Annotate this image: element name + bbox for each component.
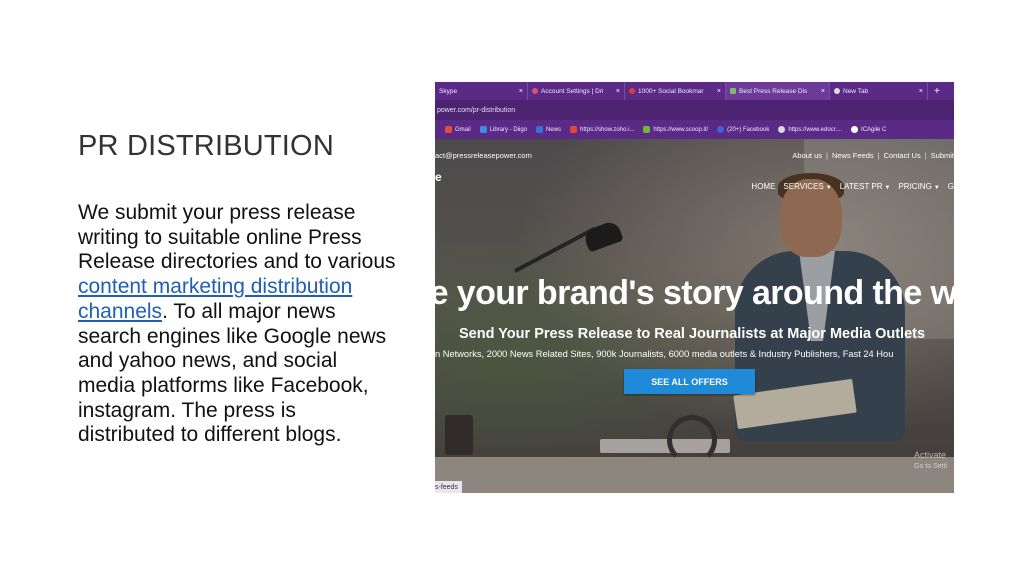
bookmark-zoho[interactable]: https://show.zoho.i... [570, 126, 634, 133]
address-url: power.com/pr-distribution [437, 106, 516, 114]
watermark-line: Go to Setti [914, 463, 948, 470]
news-icon [536, 126, 544, 133]
close-icon[interactable]: × [919, 88, 923, 95]
close-icon[interactable]: × [717, 88, 721, 95]
diigo-icon [479, 126, 487, 133]
embedded-browser-screenshot: Skype × Account Settings | Dri × 1000+ S… [435, 82, 954, 493]
nav-more[interactable]: G [948, 182, 954, 191]
nav-label: HOME [751, 182, 776, 191]
chrome-icon [834, 88, 840, 94]
edocr-icon [778, 126, 786, 133]
slide-body: We submit your press release writing to … [78, 201, 398, 448]
top-links: About us | News Feeds | Contact Us | Sub… [792, 151, 954, 160]
nav-label: SERVICES [783, 182, 824, 191]
nav-label: G [947, 182, 954, 191]
bookmark-label: https://www.scoop.it/ [653, 126, 709, 133]
hero-headline: re your brand's story around the wo [435, 274, 954, 312]
bookmark-label: (20+) Facebook [727, 126, 770, 133]
tab-favicon-icon [629, 88, 635, 94]
website-hero: act@pressreleasepower.com About us | New… [435, 139, 954, 493]
bookmark-label: https://www.edocr.... [788, 126, 843, 133]
bookmark-facebook[interactable]: (20+) Facebook [717, 126, 769, 133]
facebook-icon [717, 126, 725, 133]
scoop-icon [643, 126, 651, 133]
tab-label: 1000+ Social Bookmar [638, 87, 704, 95]
tab-label: New Tab [843, 87, 869, 95]
status-bar-url: s-feeds [435, 481, 462, 493]
tab-label: Skype [439, 87, 458, 95]
bookmark-label: Library - Diigo [489, 126, 528, 133]
separator: | [826, 151, 828, 160]
tab-account-settings[interactable]: Account Settings | Dri × [528, 82, 625, 100]
tab-social-bookmarks[interactable]: 1000+ Social Bookmar × [625, 82, 726, 100]
gmail-icon [445, 126, 452, 133]
site-nav: HOME SERVICES ▼ LATEST PR ▼ PRICING ▼ G [751, 182, 954, 191]
contact-email[interactable]: act@pressreleasepower.com [435, 151, 532, 160]
bookmark-gmail[interactable]: Gmail [445, 126, 471, 133]
bookmark-label: Gmail [455, 126, 471, 133]
separator: | [924, 151, 927, 160]
watermark-line: Activate [914, 450, 947, 460]
wordpress-icon [851, 126, 859, 133]
site-logo[interactable]: e [435, 170, 442, 184]
tab-new-tab[interactable]: New Tab × [830, 82, 928, 100]
link-contact[interactable]: Contact Us [884, 151, 921, 160]
bookmark-label: https://show.zoho.i... [580, 126, 635, 133]
activate-windows-watermark: Activate Go to Setti [914, 449, 954, 473]
nav-services[interactable]: SERVICES ▼ [783, 182, 831, 191]
bookmark-icagile[interactable]: ICAgile C [851, 126, 886, 133]
slide-title: PR DISTRIBUTION [78, 130, 334, 162]
bookmark-scoop[interactable]: https://www.scoop.it/ [643, 126, 708, 133]
browser-tab-bar: Skype × Account Settings | Dri × 1000+ S… [435, 82, 954, 100]
bookmark-label: ICAgile C [861, 126, 887, 133]
link-about[interactable]: About us [792, 151, 822, 160]
nav-home[interactable]: HOME [751, 182, 775, 191]
tab-label: Account Settings | Dri [541, 87, 604, 95]
tab-press-release[interactable]: Best Press Release Dis × [726, 82, 830, 100]
tab-label: Best Press Release Dis [739, 87, 808, 95]
nav-label: PRICING [898, 182, 932, 191]
nav-latest-pr[interactable]: LATEST PR ▼ [840, 182, 891, 191]
hero-stats: n Networks, 2000 News Related Sites, 900… [435, 349, 894, 359]
tab-favicon-icon [730, 88, 736, 94]
caret-down-icon: ▼ [825, 185, 832, 191]
separator: | [877, 151, 880, 160]
zoho-icon [570, 126, 578, 133]
bookmark-label: News [546, 126, 562, 133]
tab-skype[interactable]: Skype × [435, 82, 528, 100]
bookmark-news[interactable]: News [536, 126, 561, 133]
link-submit[interactable]: Submit [931, 151, 954, 160]
address-bar[interactable]: power.com/pr-distribution [435, 100, 954, 120]
close-icon[interactable]: × [519, 88, 523, 95]
tab-favicon-icon [532, 88, 538, 94]
hero-overlay [435, 139, 954, 493]
hero-subheadline: Send Your Press Release to Real Journali… [459, 326, 926, 342]
see-all-offers-button[interactable]: SEE ALL OFFERS [624, 369, 755, 394]
nav-pricing[interactable]: PRICING ▼ [898, 182, 939, 191]
caret-down-icon: ▼ [933, 185, 940, 191]
body-text-start: We submit your press release writing to … [78, 201, 396, 274]
new-tab-button[interactable]: + [934, 86, 940, 97]
bookmark-diigo[interactable]: Library - Diigo [479, 126, 528, 133]
bookmark-edocr[interactable]: https://www.edocr.... [778, 126, 842, 133]
nav-label: LATEST PR [839, 182, 883, 191]
caret-down-icon: ▼ [884, 185, 891, 191]
close-icon[interactable]: × [821, 88, 825, 95]
bookmarks-bar: Gmail Library - Diigo News https://show.… [435, 120, 954, 139]
link-news-feeds[interactable]: News Feeds [832, 151, 874, 160]
close-icon[interactable]: × [616, 88, 620, 95]
